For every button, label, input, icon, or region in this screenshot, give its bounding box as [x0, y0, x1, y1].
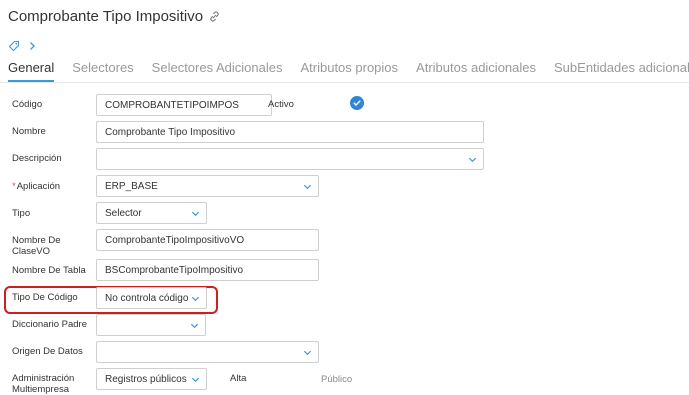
- chevron-down-icon: [191, 375, 200, 384]
- tipo-codigo-label: Tipo De Código: [12, 292, 78, 303]
- chevron-down-icon: [191, 209, 200, 218]
- chevron-down-icon: [190, 321, 199, 330]
- tab-subentidades-adicionales[interactable]: SubEntidades adicionales: [554, 60, 689, 82]
- chevron-down-icon: [303, 348, 312, 357]
- page-header: Comprobante Tipo Impositivo: [8, 8, 221, 25]
- nombre-tabla-input[interactable]: BSComprobanteTipoImpositivo: [96, 259, 319, 281]
- activo-label: Activo: [268, 99, 294, 110]
- tab-divider: [0, 82, 689, 83]
- tab-selectores[interactable]: Selectores: [72, 60, 133, 82]
- required-marker: *: [12, 181, 16, 192]
- tag-icon[interactable]: [8, 40, 20, 52]
- origen-datos-select[interactable]: [96, 341, 319, 363]
- tipo-codigo-value: No controla código: [105, 292, 189, 304]
- check-icon: [353, 100, 361, 106]
- admin-multiempresa-value: Registros públicos: [105, 373, 187, 385]
- origen-datos-label: Origen De Datos: [12, 346, 83, 357]
- activo-checkbox[interactable]: [350, 96, 364, 110]
- admin-multiempresa-select[interactable]: Registros públicos: [96, 368, 207, 390]
- nombre-label: Nombre: [12, 126, 46, 137]
- aplicacion-label: *Aplicación: [12, 181, 61, 192]
- tipo-select[interactable]: Selector: [96, 202, 207, 224]
- tab-general[interactable]: General: [8, 60, 55, 82]
- page-title: Comprobante Tipo Impositivo: [8, 8, 204, 25]
- nombre-input[interactable]: Comprobante Tipo Impositivo: [96, 121, 484, 143]
- alta-label: Alta: [230, 373, 247, 384]
- diccionario-padre-select[interactable]: [96, 314, 206, 336]
- aplicacion-value: ERP_BASE: [105, 180, 158, 192]
- tab-bar: General Selectores Selectores Adicionale…: [8, 60, 689, 82]
- aplicacion-select[interactable]: ERP_BASE: [96, 175, 319, 197]
- codigo-input[interactable]: COMPROBANTETIPOIMPOS: [96, 94, 272, 116]
- descripcion-select[interactable]: [96, 148, 484, 170]
- tab-atributos-propios[interactable]: Atributos propios: [300, 60, 398, 82]
- tab-atributos-adicionales[interactable]: Atributos adicionales: [416, 60, 536, 82]
- descripcion-label: Descripción: [12, 153, 62, 164]
- nombre-clase-vo-input[interactable]: ComprobanteTipoImpositivoVO: [96, 229, 319, 251]
- breadcrumb-nav: [8, 40, 38, 52]
- chevron-right-icon[interactable]: [26, 40, 38, 52]
- chevron-down-icon: [191, 294, 200, 303]
- tipo-codigo-select[interactable]: No controla código: [96, 287, 207, 309]
- codigo-label: Código: [12, 99, 43, 110]
- chevron-down-icon: [303, 182, 312, 191]
- chevron-down-icon: [468, 155, 477, 164]
- tipo-label: Tipo: [12, 208, 31, 219]
- nombre-clase-vo-label: Nombre De ClaseVO: [12, 235, 61, 257]
- tab-selectores-adicionales[interactable]: Selectores Adicionales: [152, 60, 283, 82]
- alta-value: Público: [321, 374, 353, 385]
- link-icon[interactable]: [208, 10, 221, 23]
- nombre-tabla-label: Nombre De Tabla: [12, 265, 86, 276]
- tipo-value: Selector: [105, 207, 142, 219]
- admin-multiempresa-label: Administración Multiempresa: [12, 373, 75, 395]
- diccionario-padre-label: Diccionario Padre: [12, 319, 87, 330]
